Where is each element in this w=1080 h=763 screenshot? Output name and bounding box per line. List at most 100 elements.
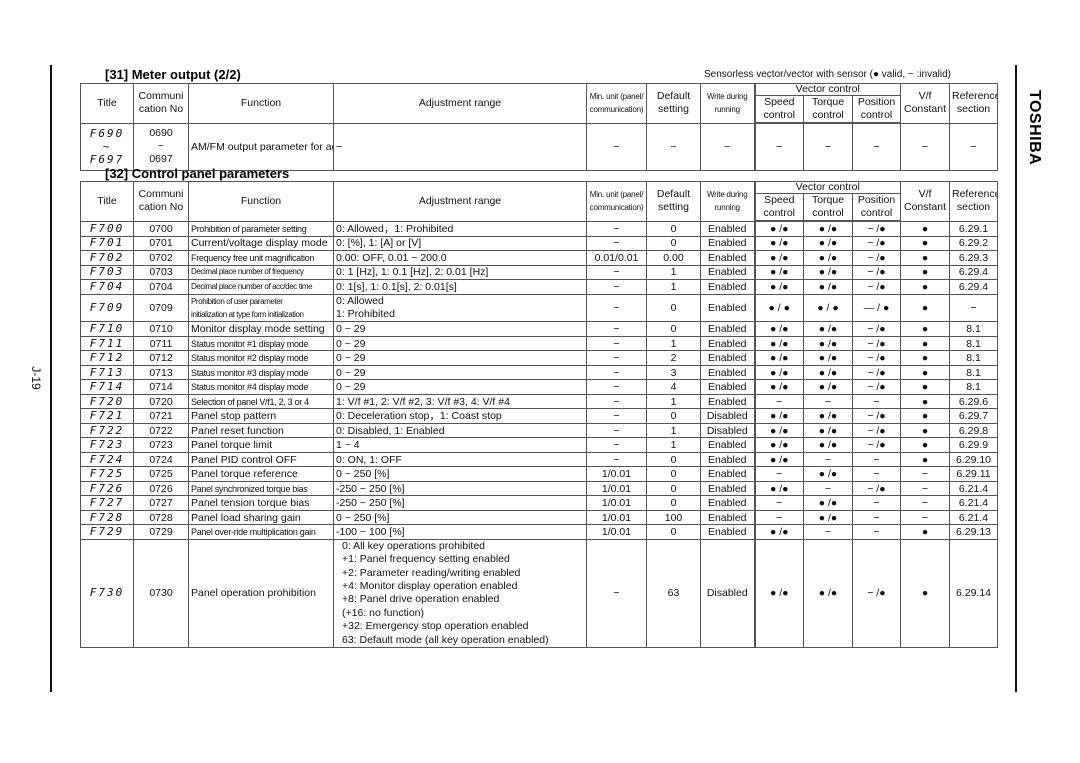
reference-section: 8.1 [949,335,998,352]
torque-control: ● /● [803,279,853,295]
min-unit: − [586,321,647,337]
speed-control: ● /● [753,538,804,649]
default-setting: 0 [646,466,701,482]
table-row: F703 0703 Decimal place number of freque… [80,264,998,280]
adjustment-line: +8: Panel drive operation enabled [342,593,500,606]
write-during-running: Disabled [700,538,755,649]
position-control: − /● [852,235,901,251]
adjustment-range: 0: Allowed，1: Prohibited [333,220,587,237]
torque-control: ● /● [803,422,853,439]
write-during-running: − [700,122,755,171]
vf-constant: ● [900,393,950,410]
reference-section: 6.29.2 [949,235,998,251]
torque-control: ● /● [803,379,853,395]
function: AM/FM output parameter for adjustment [188,122,334,171]
vf-constant: − [900,509,950,526]
position-control: − /● [852,264,901,280]
default-setting: 0 [646,451,701,468]
meter-output-table: Title Communi cation No Function Adjustme… [80,83,998,171]
min-unit: − [586,451,647,468]
default-setting: 4 [646,379,701,395]
parameter-title: F711 [80,335,134,352]
vf-constant: ● [900,279,950,295]
default-setting: 0 [646,408,701,424]
validity-legend: Sensorless vector/vector with sensor (● … [704,69,951,80]
speed-control: − [753,393,804,410]
position-control: − [852,524,901,540]
write-during-running: Enabled [700,379,755,395]
adjustment-line: +1: Panel frequency setting enabled [342,553,510,566]
adjustment-range: 0: Allowed 1: Prohibited [333,293,587,323]
min-unit: 1/0.01 [586,495,647,511]
table-row: F720 0720 Selection of panel V/f1, 2, 3 … [80,393,998,410]
min-unit: − [586,220,647,237]
write-during-running: Enabled [700,509,755,526]
adjustment-range: 0 ~ 29 [333,321,587,337]
function: Panel operation prohibition [188,538,334,649]
speed-control: ● /● [753,321,804,337]
control-panel-parameters-table: Title Communi cation No Function Adjustme… [80,181,998,649]
table-row: F702 0702 Frequency free unit magnificat… [80,250,998,266]
table-row: F712 0712 Status monitor #2 display mode… [80,350,998,366]
header-title: Title [80,83,134,124]
header-default-setting: Default setting [646,83,701,124]
position-control: − /● [852,335,901,352]
header-torque-control: Torque control [803,193,853,222]
default-setting: 0 [646,293,701,323]
position-control: − /● [852,538,901,649]
speed-control: ● /● [753,524,804,540]
vf-constant: − [900,480,950,497]
function-line: Prohibition of user parameter [191,296,283,306]
parameter-title: F710 [80,321,134,337]
torque-control: − [803,451,853,468]
communication-no: 0722 [133,422,189,439]
speed-control: ● /● [753,350,804,366]
table-row: F711 0711 Status monitor #1 display mode… [80,335,998,352]
right-margin-rule [1015,65,1017,692]
write-during-running: Enabled [700,350,755,366]
vf-constant: ● [900,220,950,237]
reference-section: 8.1 [949,364,998,381]
table-row: F723 0723 Panel torque limit 1 ~ 4 − 1 E… [80,437,998,453]
default-setting: 0 [646,480,701,497]
position-control: − [852,466,901,482]
write-during-running: Enabled [700,364,755,381]
reference-section: − [949,122,998,171]
header-function: Function [188,181,334,222]
adjustment-range: -100 ~ 100 [%] [333,524,587,540]
brand-logo: TOSHIBA [1026,90,1043,166]
vf-constant: ● [900,437,950,453]
function: Panel stop pattern [188,408,334,424]
adjustment-range: − [333,122,587,171]
function: Panel synchronized torque bias [188,480,334,497]
write-during-running: Enabled [700,451,755,468]
write-during-running: Enabled [700,437,755,453]
write-during-running: Enabled [700,480,755,497]
parameter-title: F704 [80,279,134,295]
adjustment-line: +2: Parameter reading/writing enabled [342,566,521,579]
reference-section: 6.21.4 [949,480,998,497]
parameter-title: F714 [80,379,134,395]
adjustment-range: 0: Deceleration stop，1: Coast stop [333,408,587,424]
speed-control: ● /● [753,220,804,237]
left-margin-rule [50,65,52,692]
section-31-title: [31] Meter output (2/2) [105,67,241,82]
torque-control: ● /● [803,321,853,337]
parameter-title: F700 [80,220,134,237]
header-write-during-running: Write during running [700,181,755,222]
torque-control: − [803,122,853,171]
min-unit: − [586,335,647,352]
reference-section: 6.29.8 [949,422,998,439]
default-setting: − [646,122,701,171]
position-control: − /● [852,220,901,237]
reference-section: 6.29.9 [949,437,998,453]
communication-no: 0703 [133,264,189,280]
speed-control: ● / ● [753,293,804,323]
position-control: − [852,495,901,511]
header-comm-no: Communi cation No [133,181,189,222]
min-unit: − [586,538,647,649]
speed-control: ● /● [753,264,804,280]
torque-control: ● /● [803,437,853,453]
communication-no: 0724 [133,451,189,468]
header-position-control: Position control [852,95,901,124]
